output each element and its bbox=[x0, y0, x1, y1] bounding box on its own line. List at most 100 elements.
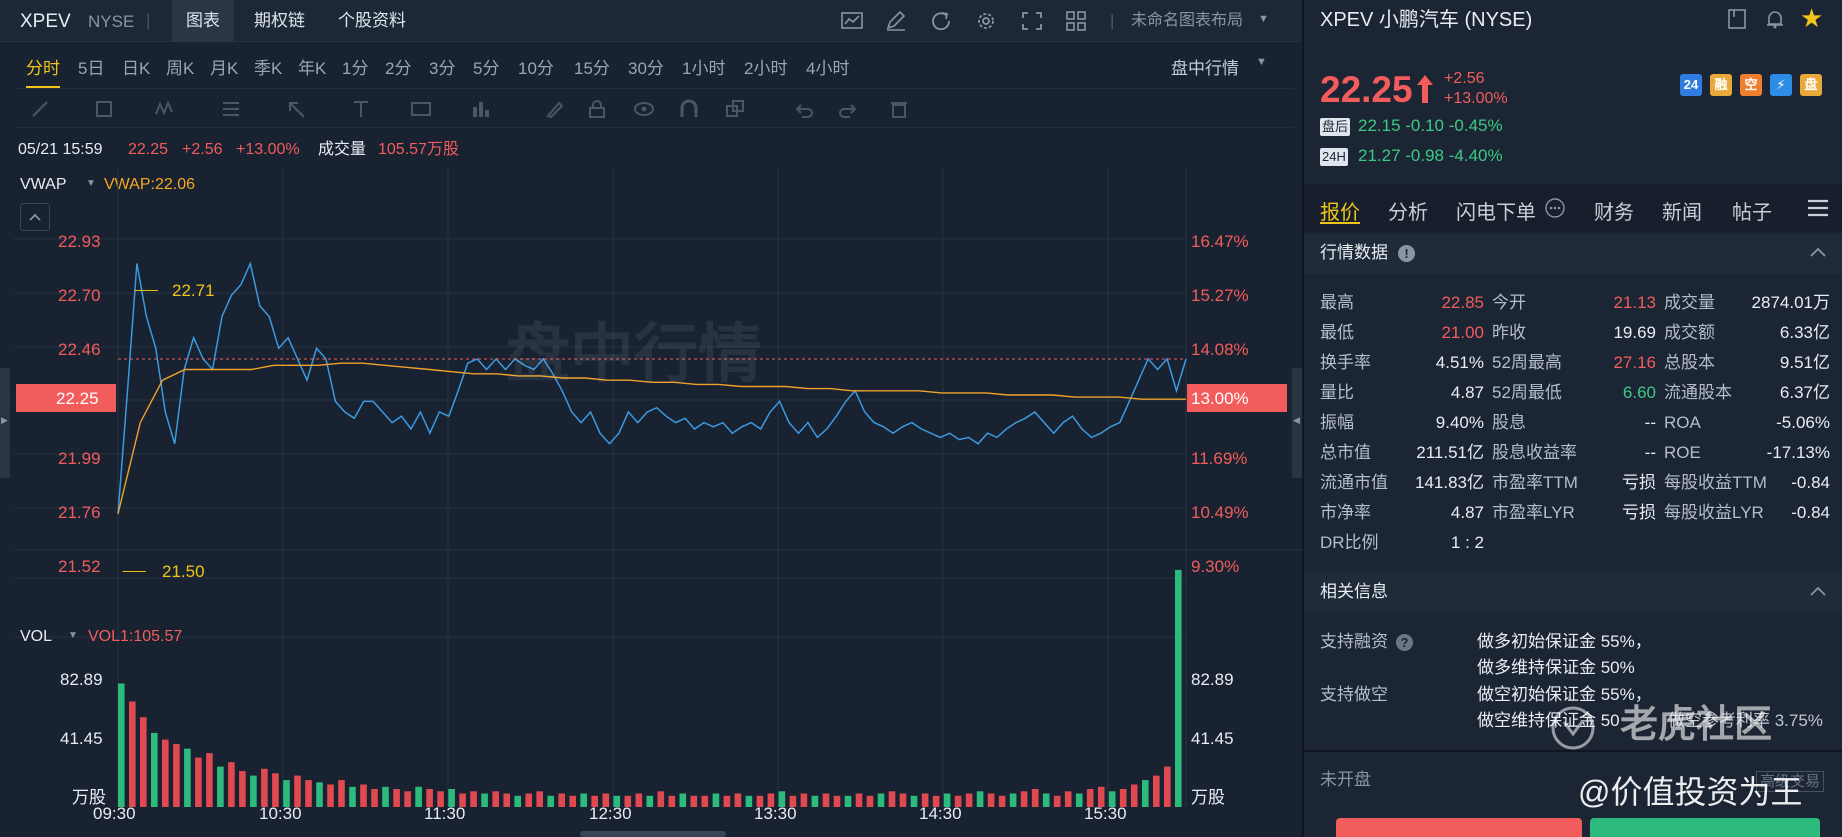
rectangle-tool-icon[interactable] bbox=[94, 99, 120, 119]
period-selector: 分时 5日 日K 周K 月K 季K 年K 1分 2分 3分 5分 10分 15分… bbox=[0, 42, 1302, 88]
period-tab[interactable]: 15分 bbox=[574, 54, 610, 79]
stat-value: 6.60 bbox=[1622, 383, 1656, 402]
eye-icon[interactable] bbox=[632, 99, 658, 119]
refresh-icon[interactable] bbox=[930, 10, 954, 32]
tab-analysis[interactable]: 分析 bbox=[1388, 196, 1428, 225]
vol-indicator-label[interactable]: VOL bbox=[20, 629, 52, 645]
period-tab[interactable]: 10分 bbox=[518, 54, 554, 79]
chart-area: XPEV NYSE | 图表 期权链 个股资料 | 未命名图表布局 ▼ 分时 5… bbox=[0, 0, 1302, 837]
lock-icon[interactable] bbox=[586, 99, 612, 119]
period-tab[interactable]: 周K bbox=[166, 54, 194, 79]
copy-icon[interactable] bbox=[724, 99, 750, 119]
period-tab[interactable]: 月K bbox=[210, 54, 238, 79]
volume-bar bbox=[492, 791, 499, 807]
left-collapse-handle[interactable]: ▶ bbox=[0, 368, 10, 478]
volume-bar bbox=[261, 768, 268, 807]
volume-bar bbox=[525, 793, 532, 807]
volume-bar bbox=[679, 793, 687, 807]
tab-stock-profile[interactable]: 个股资料 bbox=[324, 0, 420, 42]
chevron-up-icon[interactable] bbox=[1808, 244, 1828, 260]
price-tick: 21.99 bbox=[58, 449, 101, 468]
low-marker: 21.50 bbox=[162, 562, 205, 581]
period-tab[interactable]: 季K bbox=[254, 54, 282, 79]
period-tab[interactable]: 4小时 bbox=[806, 54, 849, 79]
wave-tool-icon[interactable] bbox=[154, 99, 180, 119]
chevron-down-icon[interactable]: ▼ bbox=[68, 631, 78, 641]
star-icon[interactable]: ★ bbox=[1800, 5, 1823, 31]
pen-icon[interactable] bbox=[884, 10, 908, 32]
stat-label: 每股收益LYR bbox=[1664, 503, 1764, 522]
text-tool-icon[interactable] bbox=[350, 99, 376, 119]
layout-grid-icon[interactable] bbox=[1064, 10, 1088, 32]
arrow-up-icon bbox=[1417, 75, 1433, 103]
stat-value: 6.33亿 bbox=[1779, 323, 1830, 342]
quote-change-pct: +13.00% bbox=[1444, 90, 1508, 107]
help-icon[interactable]: ? bbox=[1396, 634, 1413, 651]
undo-icon[interactable] bbox=[792, 99, 818, 119]
pct-tick: 11.69% bbox=[1191, 449, 1248, 468]
period-tab[interactable]: 5分 bbox=[473, 54, 499, 79]
period-tab[interactable]: 日K bbox=[122, 54, 150, 79]
horizontal-scrollbar[interactable] bbox=[580, 831, 726, 837]
volume-bar bbox=[129, 701, 136, 807]
volume-bar bbox=[1164, 766, 1171, 807]
layout-name-select[interactable]: 未命名图表布局 bbox=[1131, 13, 1243, 29]
line-tool-icon[interactable] bbox=[30, 99, 56, 119]
period-tab[interactable]: 2分 bbox=[385, 54, 411, 79]
volume-bar bbox=[404, 791, 411, 807]
buy-button[interactable] bbox=[1336, 818, 1582, 837]
tab-news[interactable]: 新闻 bbox=[1662, 196, 1702, 225]
ticker-symbol: XPEV bbox=[20, 11, 71, 32]
volume-bar bbox=[1175, 569, 1182, 807]
tab-posts[interactable]: 帖子 bbox=[1732, 196, 1772, 225]
tab-option-chain[interactable]: 期权链 bbox=[240, 0, 319, 42]
tab-financials[interactable]: 财务 bbox=[1594, 196, 1634, 225]
chevron-down-icon[interactable]: ▼ bbox=[1258, 14, 1269, 25]
right-collapse-handle[interactable]: ◀ bbox=[1292, 368, 1302, 478]
period-tab[interactable]: 3分 bbox=[429, 54, 455, 79]
time-tick: 10:30 bbox=[259, 804, 302, 823]
redo-icon[interactable] bbox=[836, 99, 862, 119]
fullscreen-icon[interactable] bbox=[1020, 10, 1044, 32]
bookmark-icon[interactable] bbox=[1726, 8, 1748, 30]
period-tab[interactable]: 2小时 bbox=[744, 54, 787, 79]
period-tab[interactable]: 年K bbox=[298, 54, 326, 79]
chevron-up-icon[interactable] bbox=[1808, 583, 1828, 599]
volume-bar bbox=[481, 793, 488, 807]
bar-tool-icon[interactable] bbox=[470, 99, 496, 119]
session-select[interactable]: 盘中行情 bbox=[1171, 54, 1239, 79]
intraday-chart[interactable] bbox=[0, 168, 1302, 837]
label-tool-icon[interactable] bbox=[410, 99, 436, 119]
period-tab[interactable]: 分时 bbox=[26, 54, 60, 88]
volume-value: 105.57万股 bbox=[378, 141, 459, 158]
brush-icon[interactable] bbox=[544, 99, 570, 119]
pct-tick: 16.47% bbox=[1191, 232, 1249, 251]
period-tab[interactable]: 5日 bbox=[78, 54, 104, 79]
bell-icon[interactable] bbox=[1764, 8, 1786, 30]
volume-bar bbox=[162, 739, 169, 807]
magnet-icon[interactable] bbox=[678, 99, 704, 119]
more-options-icon[interactable] bbox=[1544, 197, 1566, 219]
tab-quote[interactable]: 报价 bbox=[1320, 196, 1360, 225]
indicator-icon[interactable] bbox=[840, 10, 864, 32]
info-icon[interactable]: ! bbox=[1398, 245, 1415, 262]
margin-line: 做多初始保证金 55%， bbox=[1477, 632, 1652, 651]
drawing-toolbar bbox=[14, 88, 1294, 128]
period-tab[interactable]: 30分 bbox=[628, 54, 664, 79]
menu-icon[interactable] bbox=[1806, 198, 1830, 218]
price-tick: 22.46 bbox=[58, 340, 101, 359]
tab-flash-order[interactable]: 闪电下单 bbox=[1456, 196, 1536, 225]
stat-label: 最高 bbox=[1320, 293, 1354, 312]
period-tab[interactable]: 1小时 bbox=[682, 54, 725, 79]
chevron-down-icon[interactable]: ▼ bbox=[1256, 57, 1267, 68]
sell-button[interactable] bbox=[1590, 818, 1820, 837]
volume-bar bbox=[976, 791, 984, 807]
settings-icon[interactable] bbox=[974, 10, 998, 32]
tab-chart[interactable]: 图表 bbox=[172, 0, 234, 42]
volume-bar bbox=[338, 780, 345, 807]
period-tab[interactable]: 1分 bbox=[342, 54, 368, 79]
fibonacci-tool-icon[interactable] bbox=[220, 99, 246, 119]
trash-icon[interactable] bbox=[888, 99, 914, 119]
arrow-tool-icon[interactable] bbox=[286, 99, 312, 119]
time-tick: 14:30 bbox=[919, 804, 962, 823]
